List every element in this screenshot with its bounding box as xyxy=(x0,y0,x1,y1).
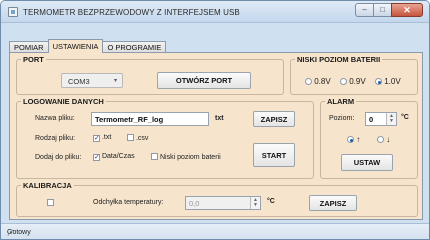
set-alarm-button[interactable]: USTAW xyxy=(341,154,393,171)
status-bar: Gotowy ⋰ xyxy=(1,223,429,239)
checkbox-icon xyxy=(127,134,134,141)
arrow-down-icon: ↓ xyxy=(386,135,391,144)
alarm-legend: ALARM xyxy=(327,97,355,106)
port-select[interactable]: COM3 ▾ xyxy=(61,73,123,88)
port-legend: PORT xyxy=(23,55,44,64)
window-title: TERMOMETR BEZPRZEWODOWY Z INTERFEJSEM US… xyxy=(23,8,240,17)
calibration-enable-checkbox[interactable] xyxy=(47,198,54,207)
deviation-spinner[interactable]: ▲ ▼ xyxy=(250,197,260,209)
checkmark-icon: ✓ xyxy=(93,135,100,142)
file-type-label: Rodzaj pliku: xyxy=(35,135,76,142)
file-extension: txt xyxy=(215,115,224,122)
add-datetime-checkbox[interactable]: ✓ Data/Czas xyxy=(93,153,135,161)
open-port-button[interactable]: OTWÓRZ PORT xyxy=(157,72,251,89)
window-controls: – □ ✕ xyxy=(355,3,423,17)
calibration-legend: KALIBRACJA xyxy=(23,181,72,190)
calibration-group: KALIBRACJA Odchyłka temperatury: 0,0 ▲ ▼ … xyxy=(16,181,418,217)
file-name-input[interactable]: Termometr_RF_log xyxy=(91,112,209,126)
battery-group: NISKI POZIOM BATERII 0.8V 0.9V 1.0V xyxy=(290,55,418,95)
add-low-battery-checkbox[interactable]: Niski poziom baterii xyxy=(151,153,221,161)
port-select-value: COM3 xyxy=(68,77,90,86)
arrow-up-icon: ↑ xyxy=(356,135,361,144)
settings-panel: PORT COM3 ▾ OTWÓRZ PORT NISKI POZIOM BAT… xyxy=(9,52,423,220)
tab-ustawienia[interactable]: USTAWIENIA xyxy=(47,39,104,53)
maximize-button[interactable]: □ xyxy=(373,3,392,17)
checkbox-icon xyxy=(151,153,158,160)
resize-grip-icon[interactable]: ⋰ xyxy=(7,229,426,238)
minimize-button[interactable]: – xyxy=(355,3,374,17)
battery-option-10[interactable]: 1.0V xyxy=(375,77,401,86)
alarm-level-input[interactable]: 0 ▲ ▼ xyxy=(365,112,397,126)
close-button[interactable]: ✕ xyxy=(391,3,423,17)
checkbox-icon xyxy=(47,199,54,206)
battery-option-09[interactable]: 0.9V xyxy=(340,77,366,86)
save-log-button[interactable]: ZAPISZ xyxy=(253,111,295,127)
battery-option-08[interactable]: 0.8V xyxy=(305,77,331,86)
logging-group: LOGOWANIE DANYCH Nazwa pliku: Termometr_… xyxy=(16,97,314,179)
title-bar[interactable]: TERMOMETR BEZPRZEWODOWY Z INTERFEJSEM US… xyxy=(1,1,429,23)
file-name-label: Nazwa pliku: xyxy=(35,115,75,122)
radio-selected-icon xyxy=(375,78,382,85)
save-calibration-button[interactable]: ZAPISZ xyxy=(309,195,357,211)
file-type-csv[interactable]: .csv xyxy=(127,134,148,142)
deviation-label: Odchyłka temperatury: xyxy=(93,199,164,206)
logging-legend: LOGOWANIE DANYCH xyxy=(23,97,104,106)
deviation-unit: °C xyxy=(267,198,275,205)
start-button[interactable]: START xyxy=(253,143,295,167)
alarm-unit: °C xyxy=(401,114,409,121)
alarm-group: ALARM Poziom: 0 ▲ ▼ °C ↑ ↓ USTAW xyxy=(320,97,418,179)
chevron-down-icon: ▾ xyxy=(113,78,117,84)
alarm-direction-down[interactable]: ↓ xyxy=(377,135,390,144)
alarm-level-spinner[interactable]: ▲ ▼ xyxy=(386,113,396,125)
radio-selected-icon xyxy=(347,136,354,143)
main-window: TERMOMETR BEZPRZEWODOWY Z INTERFEJSEM US… xyxy=(0,0,430,240)
alarm-direction-up[interactable]: ↑ xyxy=(347,135,360,144)
app-icon xyxy=(8,7,18,17)
radio-icon xyxy=(377,136,384,143)
deviation-input[interactable]: 0,0 ▲ ▼ xyxy=(185,196,261,210)
battery-legend: NISKI POZIOM BATERII xyxy=(297,55,381,64)
radio-icon xyxy=(340,78,347,85)
file-type-txt[interactable]: ✓ .txt xyxy=(93,134,111,142)
radio-icon xyxy=(305,78,312,85)
tab-bar: POMIAR USTAWIENIA O PROGRAMIE xyxy=(9,39,167,53)
add-to-file-label: Dodaj do pliku: xyxy=(35,154,82,161)
port-group: PORT COM3 ▾ OTWÓRZ PORT xyxy=(16,55,284,95)
checkmark-icon: ✓ xyxy=(93,154,100,161)
alarm-level-label: Poziom: xyxy=(329,115,355,122)
